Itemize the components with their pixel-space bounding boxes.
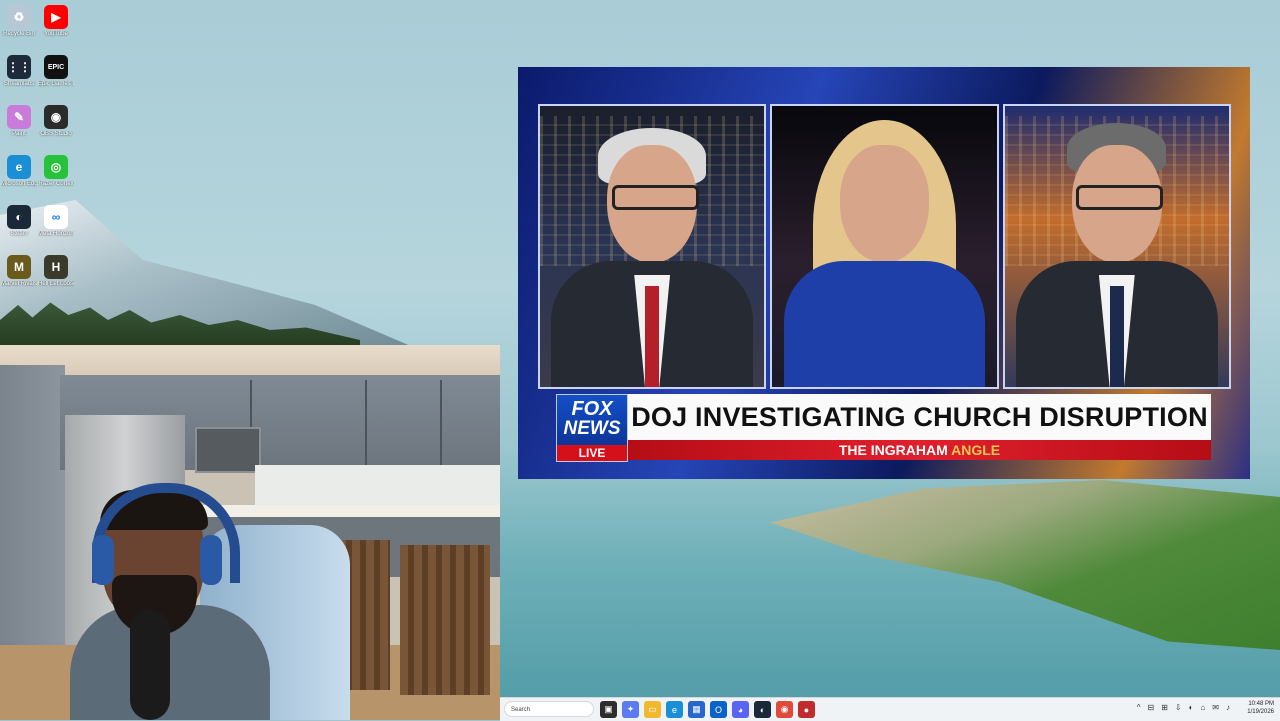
desktop-shortcut-label: Marvel Rivals [1,281,37,287]
hell-let-loose-icon: H [44,255,68,279]
desktop-shortcut[interactable]: ∞ Meta Horizon Link [38,205,74,238]
youtube-icon: ▶ [44,5,68,29]
headphone-earcup [200,535,222,585]
tray-icon[interactable]: ♪ [1226,703,1230,712]
edge-icon: e [7,155,31,179]
host-panel-center [770,104,999,389]
show-prefix: THE [838,442,867,458]
tray-icon[interactable]: ⌂ [1200,703,1205,712]
live-badge: LIVE [557,445,627,461]
recycle-bin-icon: ♻ [7,5,31,29]
desktop-shortcut-label: OBS Studio [40,131,72,137]
outlook-icon[interactable]: O [710,701,727,718]
headphone-earcup [92,535,114,585]
glasses [1076,184,1164,211]
tray-icon[interactable]: ⇩ [1175,703,1182,712]
system-tray: ^ ⊟ ⊞ ⇩ ◐ ⌂ ✉ ♪ [1137,703,1230,712]
desktop-shortcut-label: Hell Let Loose [38,281,74,287]
desktop-shortcut[interactable]: ◐ Steam [1,205,37,238]
copilot-icon[interactable]: ✦ [622,701,639,718]
microwave [195,427,261,473]
glasses [611,184,699,211]
edge-taskbar-icon[interactable]: e [666,701,683,718]
desktop-shortcut[interactable]: ✎ Paint [1,105,37,138]
host-face [839,145,930,264]
show-title-bar: THE INGRAHAM ANGLE [628,440,1211,460]
desktop-shortcut[interactable]: ◉ OBS Studio [38,105,74,138]
taskbar-apps: ▣ ✦ ▭ e ▦ O ◕ ◐ ◉ ● [600,701,815,718]
desktop-shortcut-label: Recycle Bin [3,31,35,37]
logo-news-text: NEWS [563,418,621,439]
desktop-shortcut-label: Razer Cortex [38,181,74,187]
tray-icon[interactable]: ◐ [1189,703,1194,712]
news-headline: DOJ INVESTIGATING CHURCH DISRUPTION [628,394,1211,440]
logo-fox-text: FOX [571,398,613,420]
desktop-shortcut[interactable]: ▶ YouTube [38,5,74,38]
guest-panels [538,104,1231,389]
cabinet-divider [440,380,442,465]
tray-icon[interactable]: ⊟ [1148,703,1155,712]
desktop-shortcut[interactable]: ♻ Recycle Bin [1,5,37,38]
show-suffix: ANGLE [951,442,1001,458]
desktop-shortcut[interactable]: ⋮⋮ Streamlabs [1,55,37,88]
countertop [185,505,500,517]
meta-icon: ∞ [44,205,68,229]
desktop-shortcut-label: Streamlabs [3,81,35,87]
steam-taskbar-icon[interactable]: ◐ [754,701,771,718]
taskbar-clock[interactable]: 10:48 PM 1/19/2026 [1247,700,1274,716]
desktop-shortcut[interactable]: ◎ Razer Cortex [38,155,74,188]
discord-icon[interactable]: ◕ [732,701,749,718]
steam-icon: ◐ [7,205,31,229]
kitchen-ceiling [0,345,500,375]
paint-icon: ✎ [7,105,31,129]
fox-news-logo: FOX NEWS LIVE [556,394,628,462]
microphone [130,610,170,720]
chrome-icon[interactable]: ◉ [776,701,793,718]
backsplash [255,465,500,505]
tray-icon[interactable]: ⊞ [1161,703,1168,712]
show-name: INGRAHAM [870,442,948,458]
news-lower-third: FOX NEWS LIVE DOJ INVESTIGATING CHURCH D… [556,394,1211,462]
desktop-shortcut[interactable]: M Marvel Rivals [1,255,37,288]
tray-icon[interactable]: ✉ [1212,703,1219,712]
tray-icon[interactable]: ^ [1137,703,1141,712]
streamlabs-icon: ⋮⋮ [7,55,31,79]
bar-stool [400,545,490,695]
guest-panel-right [1002,104,1231,389]
marvel-rivals-icon: M [7,255,31,279]
file-explorer-icon[interactable]: ▭ [644,701,661,718]
clock-date: 1/19/2026 [1247,709,1274,715]
desktop-shortcut-label: Epic Games Launcher [38,81,74,87]
streaming-app-icon[interactable]: ● [798,701,815,718]
taskbar: Search ▣ ✦ ▭ e ▦ O ◕ ◐ ◉ ● ^ ⊟ ⊞ ⇩ ◐ ⌂ ✉ ♪ 10:48 PM 1/19… [500,697,1280,721]
desktop-shortcut-label: Microsoft Edge [1,181,37,187]
epic-games-icon: EPIC [44,55,68,79]
news-video-window[interactable]: FOX NEWS LIVE DOJ INVESTIGATING CHURCH D… [518,67,1250,479]
host-blue-jacket [783,260,986,387]
taskbar-search-input[interactable]: Search [504,701,594,717]
cabinet-divider [365,380,367,465]
red-tie [645,285,659,387]
desktop-shortcut-label: Steam [10,231,28,237]
navy-tie [1110,285,1124,387]
desktop-shortcut[interactable]: EPIC Epic Games Launcher [38,55,74,88]
clock-time: 10:48 PM [1248,701,1274,707]
desktop-shortcut-label: YouTube [44,31,68,37]
desktop-shortcut[interactable]: e Microsoft Edge [1,155,37,188]
task-view-icon[interactable]: ▣ [600,701,617,718]
webcam-feed [0,345,500,720]
desktop-shortcut[interactable]: H Hell Let Loose [38,255,74,288]
razer-cortex-icon: ◎ [44,155,68,179]
store-icon[interactable]: ▦ [688,701,705,718]
guest-panel-left [538,104,767,389]
desktop-shortcut-label: Paint [12,131,26,137]
desktop-shortcut-label: Meta Horizon Link [38,231,74,237]
obs-studio-icon: ◉ [44,105,68,129]
wallpaper-grass-island [770,480,1280,650]
